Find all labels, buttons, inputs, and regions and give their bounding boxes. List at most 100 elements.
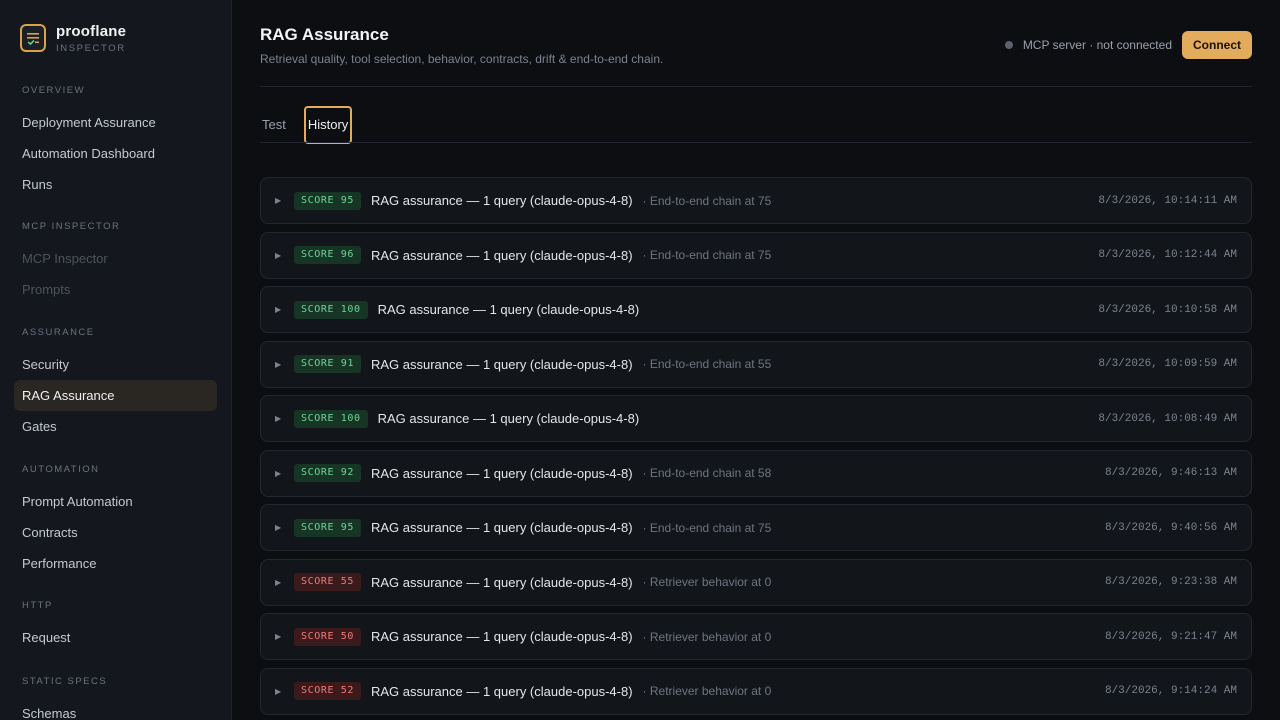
sidebar-item-performance[interactable]: Performance (14, 548, 217, 579)
history-row-note: · Retriever behavior at 0 (642, 684, 772, 698)
status-text: MCP server · not connected (1022, 38, 1172, 52)
history-row-title: RAG assurance — 1 query (claude-opus-4-8… (370, 356, 633, 372)
history-row-note: · End-to-end chain at 55 (642, 357, 772, 371)
history-row[interactable]: ▶ SCORE 92 RAG assurance — 1 query (claude… (260, 449, 1252, 497)
tabs-divider (260, 142, 1252, 143)
sidebar: prooflane INSPECTOR OVERVIEW Deployment … (0, 0, 232, 720)
sidebar-item-security[interactable]: Security (14, 349, 217, 380)
connection-status: MCP server · not connected Connect (1004, 31, 1252, 59)
sidebar-item-prompts: Prompts (22, 282, 71, 297)
expand-caret-icon[interactable]: ▶ (275, 687, 285, 696)
sidebar-item-prompt-automation[interactable]: Prompt Automation (14, 486, 217, 517)
expand-caret-icon[interactable]: ▶ (275, 251, 285, 260)
nav-heading: AUTOMATION (22, 464, 100, 475)
history-row-timestamp: 8/3/2026, 10:09:59 AM (1098, 358, 1237, 370)
nav-section-overview: OVERVIEW Deployment Assurance Automation… (0, 84, 231, 200)
score-badge: SCORE 50 (294, 627, 361, 646)
history-row-timestamp: 8/3/2026, 10:10:58 AM (1098, 303, 1237, 316)
nav-section-http: HTTP Request (0, 599, 231, 653)
page-title: RAG Assurance (260, 25, 389, 44)
history-row-title: RAG assurance — 1 query (claude-opus-4-8… (370, 247, 633, 263)
sidebar-item-mcp-inspector: MCP Inspector (22, 251, 108, 266)
history-row[interactable]: ▶ SCORE 95 RAG assurance — 1 query (claude… (260, 177, 1252, 224)
sidebar-item-deployment-assurance[interactable]: Deployment Assurance (14, 107, 217, 138)
brand-subtitle: INSPECTOR (56, 43, 126, 54)
sidebar-item-request[interactable]: Request (14, 622, 217, 653)
history-row[interactable]: ▶ SCORE 96 RAG assurance — 1 query (claude… (260, 231, 1252, 279)
nav-section-static-specs: STATIC SPECS Schemas (0, 675, 231, 720)
score-badge: SCORE 91 (294, 355, 361, 373)
history-row[interactable]: ▶ SCORE 100 RAG assurance — 1 query (claud… (260, 286, 1252, 333)
brand[interactable]: prooflane INSPECTOR (20, 23, 127, 54)
checklist-logo-icon (20, 24, 46, 52)
expand-caret-icon[interactable]: ▶ (275, 360, 285, 369)
history-row-timestamp: 8/3/2026, 9:14:24 AM (1104, 685, 1237, 697)
nav-section-mcp-inspector: MCP INSPECTOR MCP Inspector Prompts (0, 220, 231, 305)
expand-caret-icon[interactable]: ▶ (275, 578, 285, 587)
brand-name: prooflane (56, 23, 127, 40)
score-badge: SCORE 100 (294, 409, 368, 428)
header-divider (260, 86, 1252, 87)
history-row-title: RAG assurance — 1 query (claude-opus-4-8… (377, 411, 640, 426)
history-row-note: · End-to-end chain at 58 (642, 466, 772, 480)
nav-section-assurance: ASSURANCE Security RAG Assurance Gates (0, 326, 231, 442)
history-row-title: RAG assurance — 1 query (claude-opus-4-8… (370, 629, 633, 644)
sidebar-item-gates[interactable]: Gates (14, 411, 217, 442)
history-row-title: RAG assurance — 1 query (claude-opus-4-8… (370, 683, 633, 699)
history-row[interactable]: ▶ SCORE 91 RAG assurance — 1 query (claude… (260, 340, 1252, 388)
nav-heading: OVERVIEW (22, 85, 86, 96)
history-row-timestamp: 8/3/2026, 9:23:38 AM (1104, 576, 1237, 588)
score-badge: SCORE 100 (294, 300, 368, 319)
history-row-title: RAG assurance — 1 query (claude-opus-4-8… (370, 193, 633, 208)
history-row-title: RAG assurance — 1 query (claude-opus-4-8… (370, 574, 633, 590)
expand-caret-icon[interactable]: ▶ (275, 523, 285, 532)
history-row-note: · Retriever behavior at 0 (642, 629, 772, 644)
history-row[interactable]: ▶ SCORE 50 RAG assurance — 1 query (claude… (260, 613, 1252, 660)
history-row-timestamp: 8/3/2026, 9:46:13 AM (1104, 467, 1237, 479)
history-row[interactable]: ▶ SCORE 52 RAG assurance — 1 query (claude… (260, 667, 1252, 715)
nav-section-automation: AUTOMATION Prompt Automation Contracts P… (0, 463, 231, 579)
sidebar-item-rag-assurance[interactable]: RAG Assurance (14, 380, 217, 411)
history-row[interactable]: ▶ SCORE 55 RAG assurance — 1 query (claude… (260, 558, 1252, 606)
history-list: ▶ SCORE 95 RAG assurance — 1 query (claude… (260, 177, 1252, 720)
history-row-timestamp: 8/3/2026, 10:08:49 AM (1098, 412, 1237, 425)
sidebar-item-contracts[interactable]: Contracts (14, 517, 217, 548)
score-badge: SCORE 55 (294, 573, 361, 591)
page-subtitle: Retrieval quality, tool selection, behav… (260, 52, 664, 66)
connect-button[interactable]: Connect (1182, 31, 1252, 59)
expand-caret-icon[interactable]: ▶ (275, 632, 285, 641)
tab-test[interactable]: Test (260, 106, 288, 144)
score-badge: SCORE 96 (294, 246, 361, 264)
sidebar-item-schemas[interactable]: Schemas (14, 698, 217, 720)
history-row-title: RAG assurance — 1 query (claude-opus-4-8… (370, 465, 633, 481)
history-row[interactable]: ▶ SCORE 95 RAG assurance — 1 query (claude… (260, 504, 1252, 551)
tab-history[interactable]: History (303, 106, 353, 144)
history-row-timestamp: 8/3/2026, 10:12:44 AM (1098, 249, 1237, 261)
history-row-timestamp: 8/3/2026, 9:21:47 AM (1104, 630, 1237, 643)
nav-heading: STATIC SPECS (22, 676, 108, 687)
score-badge: SCORE 52 (294, 682, 361, 700)
expand-caret-icon[interactable]: ▶ (275, 414, 285, 423)
sidebar-item-automation-dashboard[interactable]: Automation Dashboard (14, 138, 217, 169)
nav-heading: HTTP (22, 600, 53, 611)
nav-heading: ASSURANCE (22, 327, 95, 338)
history-row-note: · Retriever behavior at 0 (642, 575, 772, 589)
sidebar-item-runs[interactable]: Runs (14, 169, 217, 200)
history-row[interactable]: ▶ SCORE 100 RAG assurance — 1 query (claud… (260, 395, 1252, 442)
history-row-timestamp: 8/3/2026, 9:40:56 AM (1104, 521, 1237, 534)
history-row-note: · End-to-end chain at 75 (642, 520, 772, 535)
tabs: Test History (260, 106, 353, 144)
history-row-title: RAG assurance — 1 query (claude-opus-4-8… (370, 520, 633, 535)
score-badge: SCORE 95 (294, 191, 361, 210)
expand-caret-icon[interactable]: ▶ (275, 196, 285, 205)
history-row-timestamp: 8/3/2026, 10:14:11 AM (1098, 194, 1237, 207)
history-row-note: · End-to-end chain at 75 (642, 193, 772, 208)
expand-caret-icon[interactable]: ▶ (275, 305, 285, 314)
nav-heading: MCP INSPECTOR (22, 221, 121, 232)
history-row-note: · End-to-end chain at 75 (642, 248, 772, 262)
score-badge: SCORE 95 (294, 518, 361, 537)
history-row-title: RAG assurance — 1 query (claude-opus-4-8… (377, 302, 640, 317)
status-dot-icon (1004, 41, 1013, 49)
expand-caret-icon[interactable]: ▶ (275, 469, 285, 478)
score-badge: SCORE 92 (294, 464, 361, 482)
